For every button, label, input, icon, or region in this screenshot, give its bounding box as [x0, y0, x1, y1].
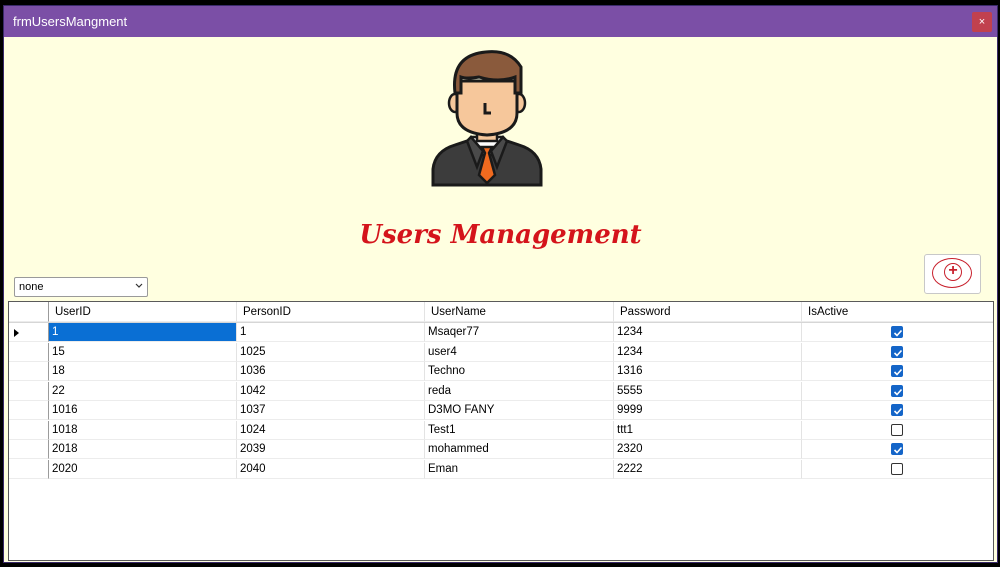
column-header-isactive[interactable]: IsActive: [802, 302, 993, 322]
cell-username[interactable]: reda: [425, 381, 614, 401]
cell-isactive[interactable]: [802, 421, 993, 440]
table-row[interactable]: 1016 1037 D3MO FANY 9999: [9, 401, 993, 420]
cell-isactive[interactable]: [802, 382, 993, 401]
cell-username[interactable]: Test1: [425, 420, 614, 440]
cell-isactive[interactable]: [802, 323, 993, 342]
cell-username[interactable]: Techno: [425, 362, 614, 381]
cell-personid[interactable]: 1042: [237, 381, 425, 401]
cell-userid[interactable]: 18: [49, 362, 237, 381]
column-header-personid[interactable]: PersonID: [237, 302, 425, 322]
checkbox-unchecked[interactable]: [891, 462, 903, 475]
cell-isactive[interactable]: [802, 362, 993, 381]
cell-userid[interactable]: 1018: [49, 420, 237, 440]
table-row[interactable]: 1 1 Msaqer77 1234: [9, 323, 993, 342]
cell-userid[interactable]: 1: [49, 323, 237, 342]
close-button[interactable]: ×: [972, 12, 992, 32]
column-header-username[interactable]: UserName: [425, 302, 614, 322]
cell-username[interactable]: mohammed: [425, 440, 614, 459]
cell-password[interactable]: 5555: [614, 381, 802, 401]
checkbox-checked[interactable]: [891, 345, 903, 358]
users-table[interactable]: UserID PersonID UserName Password IsActi…: [8, 301, 994, 561]
row-header[interactable]: [9, 401, 49, 420]
user-avatar-icon: [429, 47, 545, 187]
cell-username[interactable]: Msaqer77: [425, 323, 614, 342]
window-title: frmUsersMangment: [13, 14, 128, 29]
checkbox-checked[interactable]: [891, 326, 903, 338]
cell-isactive[interactable]: [802, 343, 993, 362]
row-header-corner: [9, 302, 49, 322]
cell-isactive[interactable]: [802, 460, 993, 479]
cell-username[interactable]: user4: [425, 342, 614, 362]
cell-personid[interactable]: 1037: [237, 401, 425, 420]
chevron-down-icon: [135, 280, 143, 292]
checkbox-unchecked[interactable]: [891, 423, 903, 436]
cell-isactive[interactable]: [802, 440, 993, 459]
checkbox-checked[interactable]: [891, 384, 903, 397]
cell-userid[interactable]: 1016: [49, 401, 237, 420]
table-header: UserID PersonID UserName Password IsActi…: [9, 302, 993, 323]
column-header-password[interactable]: Password: [614, 302, 802, 322]
cell-password[interactable]: 1234: [614, 323, 802, 342]
table-row[interactable]: 22 1042 reda 5555: [9, 381, 993, 401]
table-row[interactable]: 15 1025 user4 1234: [9, 342, 993, 362]
row-header[interactable]: [9, 420, 49, 440]
cell-password[interactable]: 9999: [614, 401, 802, 420]
table-row[interactable]: 18 1036 Techno 1316: [9, 362, 993, 381]
checkbox-checked[interactable]: [891, 443, 903, 455]
cell-userid[interactable]: 15: [49, 342, 237, 362]
current-row-pointer-icon: [14, 329, 19, 337]
table-row[interactable]: 2020 2040 Eman 2222: [9, 459, 993, 479]
cell-password[interactable]: 1316: [614, 362, 802, 381]
cell-password[interactable]: 1234: [614, 342, 802, 362]
cell-personid[interactable]: 1024: [237, 420, 425, 440]
cell-isactive[interactable]: [802, 401, 993, 420]
title-bar[interactable]: frmUsersMangment ×: [4, 6, 997, 37]
row-header[interactable]: [9, 440, 49, 459]
table-row[interactable]: 2018 2039 mohammed 2320: [9, 440, 993, 459]
checkbox-checked[interactable]: [891, 404, 903, 416]
row-header[interactable]: [9, 362, 49, 381]
filter-dropdown[interactable]: none: [14, 277, 148, 297]
cell-username[interactable]: Eman: [425, 459, 614, 479]
cell-userid[interactable]: 2018: [49, 440, 237, 459]
cell-username[interactable]: D3MO FANY: [425, 401, 614, 420]
row-header[interactable]: [9, 459, 49, 479]
cell-personid[interactable]: 1: [237, 323, 425, 342]
cell-password[interactable]: 2222: [614, 459, 802, 479]
cell-personid[interactable]: 2039: [237, 440, 425, 459]
cell-password[interactable]: 2320: [614, 440, 802, 459]
table-row[interactable]: 1018 1024 Test1 ttt1: [9, 420, 993, 440]
row-header[interactable]: [9, 323, 49, 342]
users-management-window: frmUsersMangment × Users Management none…: [4, 6, 997, 562]
row-header[interactable]: [9, 381, 49, 401]
cell-personid[interactable]: 2040: [237, 459, 425, 479]
row-header[interactable]: [9, 342, 49, 362]
cell-personid[interactable]: 1036: [237, 362, 425, 381]
add-user-button[interactable]: +: [924, 254, 981, 294]
page-title: Users Management: [359, 220, 642, 250]
column-header-userid[interactable]: UserID: [49, 302, 237, 322]
cell-userid[interactable]: 22: [49, 381, 237, 401]
filter-selected-value: none: [19, 281, 44, 293]
add-circle-icon: +: [944, 263, 962, 281]
cell-password[interactable]: ttt1: [614, 420, 802, 440]
cell-userid[interactable]: 2020: [49, 459, 237, 479]
cell-personid[interactable]: 1025: [237, 342, 425, 362]
checkbox-checked[interactable]: [891, 365, 903, 377]
